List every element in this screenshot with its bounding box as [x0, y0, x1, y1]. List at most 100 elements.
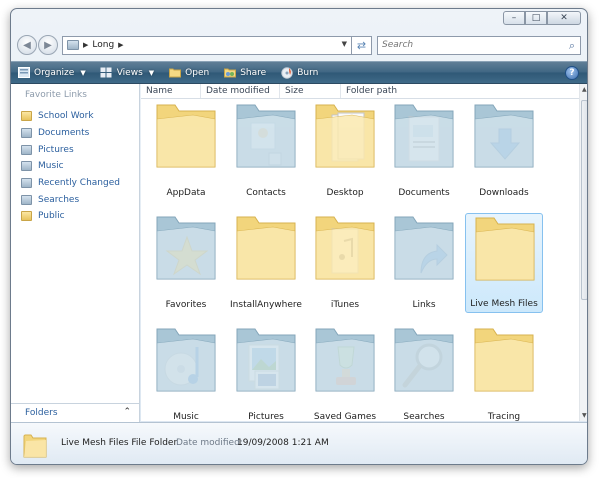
folders-label: Folders	[25, 408, 58, 418]
scroll-down-icon[interactable]: ▼	[582, 412, 587, 419]
folder-item-contacts[interactable]: Contacts	[227, 101, 305, 201]
folder-item-documents[interactable]: Documents	[385, 101, 463, 201]
folder-item-label: Desktop	[326, 188, 364, 198]
nav-item-public[interactable]: Public	[21, 208, 120, 225]
folder-item-links[interactable]: Links	[385, 213, 463, 313]
address-bar[interactable]: ▶ Long ▶ ▼	[62, 35, 352, 55]
searches-icon	[21, 194, 32, 205]
share-button[interactable]: Share	[223, 67, 266, 79]
chevron-right-icon[interactable]: ▶	[118, 41, 123, 49]
folder-item-music[interactable]: Music	[147, 325, 225, 421]
folder-item-label: Documents	[398, 188, 450, 198]
folder-item-live-mesh-files[interactable]: Live Mesh Files	[465, 213, 543, 313]
folder-item-downloads[interactable]: Downloads	[465, 101, 543, 201]
folder-item-favorites[interactable]: Favorites	[147, 213, 225, 313]
file-list: Name Date modified Size Folder path AppD…	[141, 84, 587, 421]
vertical-scrollbar[interactable]: ▲ ▼	[579, 84, 587, 421]
folder-icon	[67, 40, 79, 50]
nav-item-searches[interactable]: Searches	[21, 191, 120, 208]
folder-item-desktop[interactable]: Desktop	[306, 101, 384, 201]
views-label: Views	[116, 67, 143, 78]
folder-item-searches[interactable]: Searches	[385, 325, 463, 421]
music-icon	[21, 161, 32, 172]
views-button[interactable]: Views ▼	[100, 67, 154, 79]
favorite-links-heading: Favorite Links	[25, 90, 87, 100]
organize-button[interactable]: Organize ▼	[17, 67, 86, 79]
chevron-right-icon[interactable]: ▶	[83, 41, 88, 49]
address-row: ◀ ▶ ▶ Long ▶ ▼ ⇄ ⌕	[17, 33, 581, 57]
open-folder-icon	[168, 67, 181, 79]
explorer-window: – □ ✕ ◀ ▶ ▶ Long ▶ ▼ ⇄ ⌕ Organize ▼	[10, 8, 588, 465]
column-header-date-modified[interactable]: Date modified	[201, 84, 280, 98]
help-button[interactable]: ?	[565, 66, 579, 80]
back-arrow-icon: ◀	[23, 39, 31, 51]
folder-icon	[23, 432, 47, 461]
search-input[interactable]	[382, 40, 522, 50]
search-box[interactable]: ⌕	[377, 35, 581, 55]
documents-icon	[21, 128, 32, 139]
minimize-button[interactable]: –	[503, 11, 525, 25]
forward-button[interactable]: ▶	[38, 35, 58, 55]
folder-item-label: AppData	[166, 188, 206, 198]
folder-item-pictures[interactable]: Pictures	[227, 325, 305, 421]
search-icon[interactable]: ⌕	[569, 39, 575, 53]
folder-item-label: Pictures	[248, 412, 284, 421]
folder-item-label: InstallAnywhere	[230, 300, 302, 310]
chevron-down-icon: ▼	[148, 68, 155, 77]
share-icon	[223, 67, 236, 79]
share-label: Share	[240, 67, 267, 78]
nav-item-documents[interactable]: Documents	[21, 125, 120, 142]
folder-item-installanywhere[interactable]: InstallAnywhere	[227, 213, 305, 313]
nav-item-school-work[interactable]: School Work	[21, 108, 120, 125]
folder-item-label: iTunes	[330, 300, 360, 310]
folder-item-label: Live Mesh Files	[470, 299, 538, 309]
chevron-up-icon: ⌃	[123, 407, 131, 417]
burn-label: Burn	[297, 67, 319, 78]
views-icon	[100, 67, 113, 79]
folder-item-saved-games[interactable]: Saved Games	[306, 325, 384, 421]
nav-item-label: Public	[38, 211, 65, 222]
favorite-links-list: School Work Documents Pictures Music Rec…	[21, 108, 120, 225]
column-header-size[interactable]: Size	[280, 84, 341, 98]
folder-item-tracing[interactable]: Tracing	[465, 325, 543, 421]
folders-toggle[interactable]: Folders ⌃	[11, 403, 140, 422]
burn-disc-icon	[280, 66, 293, 79]
details-pane: Live Mesh Files File Folder Date modifie…	[11, 422, 587, 464]
folder-item-label: Contacts	[246, 188, 286, 198]
details-date-value: 19/09/2008 1:21 AM	[237, 438, 329, 448]
open-label: Open	[185, 67, 210, 78]
nav-item-label: Recently Changed	[38, 178, 120, 189]
nav-item-pictures[interactable]: Pictures	[21, 141, 120, 158]
burn-button[interactable]: Burn	[280, 66, 319, 79]
folder-item-appdata[interactable]: AppData	[147, 101, 225, 201]
folder-icon	[21, 211, 32, 222]
chevron-down-icon: ▼	[80, 68, 86, 77]
pictures-icon	[21, 144, 32, 155]
open-button[interactable]: Open	[168, 67, 209, 79]
scroll-thumb[interactable]	[581, 100, 587, 300]
folder-item-label: Links	[412, 300, 436, 310]
folder-item-label: Downloads	[479, 188, 529, 198]
refresh-button[interactable]: ⇄	[352, 35, 372, 55]
back-button[interactable]: ◀	[17, 35, 37, 55]
close-button[interactable]: ✕	[547, 11, 581, 25]
nav-item-label: School Work	[38, 111, 94, 122]
folder-item-label: Searches	[403, 412, 445, 421]
breadcrumb-long[interactable]: Long	[92, 40, 114, 50]
folder-item-label: Music	[173, 412, 199, 421]
folder-item-itunes[interactable]: iTunes	[306, 213, 384, 313]
column-header-name[interactable]: Name	[141, 84, 201, 98]
chevron-down-icon[interactable]: ▼	[342, 40, 347, 48]
nav-item-label: Music	[38, 161, 64, 172]
column-header-folder-path[interactable]: Folder path	[341, 84, 431, 98]
navigation-pane: Favorite Links School Work Documents Pic…	[11, 84, 140, 421]
maximize-button[interactable]: □	[525, 11, 547, 25]
nav-item-recently-changed[interactable]: Recently Changed	[21, 175, 120, 192]
folder-item-label: Saved Games	[313, 412, 377, 421]
nav-item-music[interactable]: Music	[21, 158, 120, 175]
folder-item-label: Favorites	[165, 300, 207, 310]
details-date-label: Date modified:	[176, 438, 243, 448]
scroll-up-icon[interactable]: ▲	[582, 86, 587, 93]
refresh-icon: ⇄	[356, 38, 367, 52]
nav-item-label: Pictures	[38, 144, 74, 155]
